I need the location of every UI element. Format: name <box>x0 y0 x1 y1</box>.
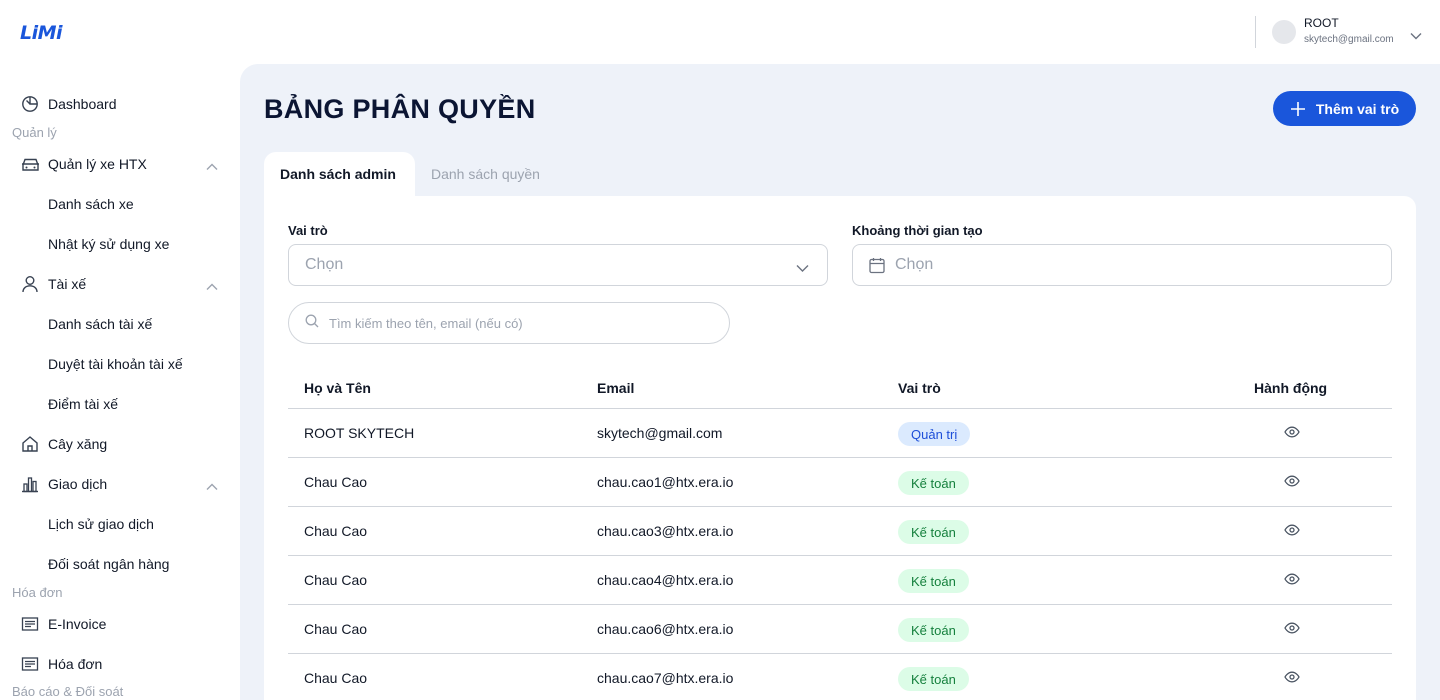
tab-permission-list[interactable]: Danh sách quyền <box>415 152 556 196</box>
date-range-picker[interactable]: Chọn <box>852 244 1392 286</box>
row-name: Chau Cao <box>304 523 368 539</box>
sidebar-item-label: Dashboard <box>48 96 117 112</box>
row-name: Chau Cao <box>304 670 368 686</box>
role-badge: Kế toán <box>898 618 969 642</box>
main-content: BẢNG PHÂN QUYỀN Thêm vai trò Danh sách a… <box>240 64 1440 700</box>
tab-admin-list[interactable]: Danh sách admin <box>264 152 415 196</box>
date-range-value: Chọn <box>895 256 934 273</box>
sidebar-item-vehicles[interactable]: Quản lý xe HTX <box>20 154 220 174</box>
column-header-role[interactable]: Vai trò <box>898 380 941 396</box>
sidebar-item-bank-recon[interactable]: Đối soát ngân hàng <box>48 556 169 572</box>
search-input[interactable] <box>329 315 709 331</box>
row-email: chau.cao4@htx.era.io <box>597 572 734 588</box>
user-email: skytech@gmail.com <box>1304 34 1394 45</box>
row-name: Chau Cao <box>304 474 368 490</box>
role-badge: Kế toán <box>898 569 969 593</box>
row-email: chau.cao6@htx.era.io <box>597 621 734 637</box>
sidebar-item-driver-points[interactable]: Điểm tài xế <box>48 396 118 412</box>
date-filter-label: Khoảng thời gian tạo <box>852 223 983 238</box>
sidebar-item-label: E-Invoice <box>48 616 107 632</box>
sidebar-item-vehicle-log[interactable]: Nhật ký sử dụng xe <box>48 236 169 252</box>
sidebar: Dashboard Quản lý Quản lý xe HTX Danh sá… <box>0 64 240 700</box>
sidebar-item-einvoice[interactable]: E-Invoice <box>20 614 220 634</box>
sidebar-item-invoice[interactable]: Hóa đơn <box>20 654 220 674</box>
sidebar-item-label: Tài xế <box>48 276 87 292</box>
role-select-value: Chọn <box>305 256 344 273</box>
table-header: Họ và Tên Email Vai trò Hành động <box>288 368 1392 409</box>
top-bar: LiMi ROOT skytech@gmail.com <box>0 0 1440 64</box>
dashboard-icon <box>20 94 40 114</box>
table-row[interactable]: Chau Cao chau.cao3@htx.era.io Kế toán <box>288 507 1392 556</box>
admin-list-card: Vai trò Chọn Khoảng thời gian tạo Chọn H… <box>264 196 1416 700</box>
view-icon[interactable] <box>1284 475 1300 487</box>
calendar-icon <box>869 257 885 274</box>
view-icon[interactable] <box>1284 426 1300 438</box>
sidebar-item-gas[interactable]: Cây xăng <box>20 434 220 454</box>
admin-table: Họ và Tên Email Vai trò Hành động ROOT S… <box>288 368 1392 700</box>
sidebar-item-label: Quản lý xe HTX <box>48 156 147 172</box>
row-email: chau.cao7@htx.era.io <box>597 670 734 686</box>
role-filter-label: Vai trò <box>288 223 328 238</box>
sidebar-section-manage: Quản lý <box>12 125 57 140</box>
row-email: skytech@gmail.com <box>597 425 723 441</box>
column-header-email[interactable]: Email <box>597 380 634 396</box>
sidebar-item-tx-history[interactable]: Lịch sử giao dịch <box>48 516 154 532</box>
sidebar-section-report: Báo cáo & Đối soát <box>12 684 124 699</box>
sidebar-item-dashboard[interactable]: Dashboard <box>20 94 220 114</box>
chevron-up-icon[interactable] <box>206 158 218 174</box>
add-role-button[interactable]: Thêm vai trò <box>1273 91 1416 126</box>
home-icon <box>20 434 40 454</box>
sidebar-section-invoice: Hóa đơn <box>12 585 63 600</box>
invoice-icon <box>20 614 40 634</box>
app-logo[interactable]: LiMi <box>20 22 63 44</box>
page-title: BẢNG PHÂN QUYỀN <box>264 94 536 124</box>
table-row[interactable]: ROOT SKYTECH skytech@gmail.com Quản trị <box>288 409 1392 458</box>
sidebar-item-driver-approve[interactable]: Duyệt tài khoản tài xế <box>48 356 183 372</box>
column-header-name[interactable]: Họ và Tên <box>304 380 371 396</box>
user-icon <box>20 274 40 294</box>
sidebar-item-label: Giao dịch <box>48 476 108 492</box>
search-box[interactable] <box>288 302 730 344</box>
role-badge: Kế toán <box>898 520 969 544</box>
view-icon[interactable] <box>1284 573 1300 585</box>
plus-icon <box>1290 101 1305 116</box>
bar-chart-icon <box>20 474 40 494</box>
sidebar-item-transactions[interactable]: Giao dịch <box>20 474 220 494</box>
sidebar-item-driver-list[interactable]: Danh sách tài xế <box>48 316 152 332</box>
table-row[interactable]: Chau Cao chau.cao6@htx.era.io Kế toán <box>288 605 1392 654</box>
table-row[interactable]: Chau Cao chau.cao1@htx.era.io Kế toán <box>288 458 1392 507</box>
search-icon <box>305 314 319 333</box>
row-email: chau.cao1@htx.era.io <box>597 474 734 490</box>
view-icon[interactable] <box>1284 671 1300 683</box>
sidebar-item-vehicle-list[interactable]: Danh sách xe <box>48 196 134 212</box>
chevron-up-icon[interactable] <box>206 478 218 494</box>
sidebar-item-label: Hóa đơn <box>48 656 103 672</box>
row-name: Chau Cao <box>304 621 368 637</box>
row-name: Chau Cao <box>304 572 368 588</box>
role-badge: Kế toán <box>898 471 969 495</box>
table-row[interactable]: Chau Cao chau.cao7@htx.era.io Kế toán <box>288 654 1392 700</box>
invoice-icon <box>20 654 40 674</box>
sidebar-item-drivers[interactable]: Tài xế <box>20 274 220 294</box>
column-header-action: Hành động <box>1254 380 1328 396</box>
add-role-label: Thêm vai trò <box>1315 100 1400 117</box>
role-select[interactable]: Chọn <box>288 244 828 286</box>
role-badge: Kế toán <box>898 667 969 691</box>
sidebar-item-label: Cây xăng <box>48 436 108 452</box>
row-name: ROOT SKYTECH <box>304 425 415 441</box>
view-icon[interactable] <box>1284 524 1300 536</box>
user-name: ROOT <box>1304 16 1339 30</box>
avatar[interactable] <box>1272 19 1296 44</box>
user-menu[interactable]: ROOT skytech@gmail.com <box>1272 16 1394 47</box>
table-row[interactable]: Chau Cao chau.cao4@htx.era.io Kế toán <box>288 556 1392 605</box>
row-email: chau.cao3@htx.era.io <box>597 523 734 539</box>
chevron-down-icon[interactable] <box>1410 27 1422 45</box>
view-icon[interactable] <box>1284 622 1300 634</box>
car-icon <box>20 154 40 174</box>
chevron-down-icon <box>796 259 809 277</box>
topbar-divider <box>1255 16 1256 48</box>
role-badge: Quản trị <box>898 422 971 446</box>
chevron-up-icon[interactable] <box>206 278 218 294</box>
